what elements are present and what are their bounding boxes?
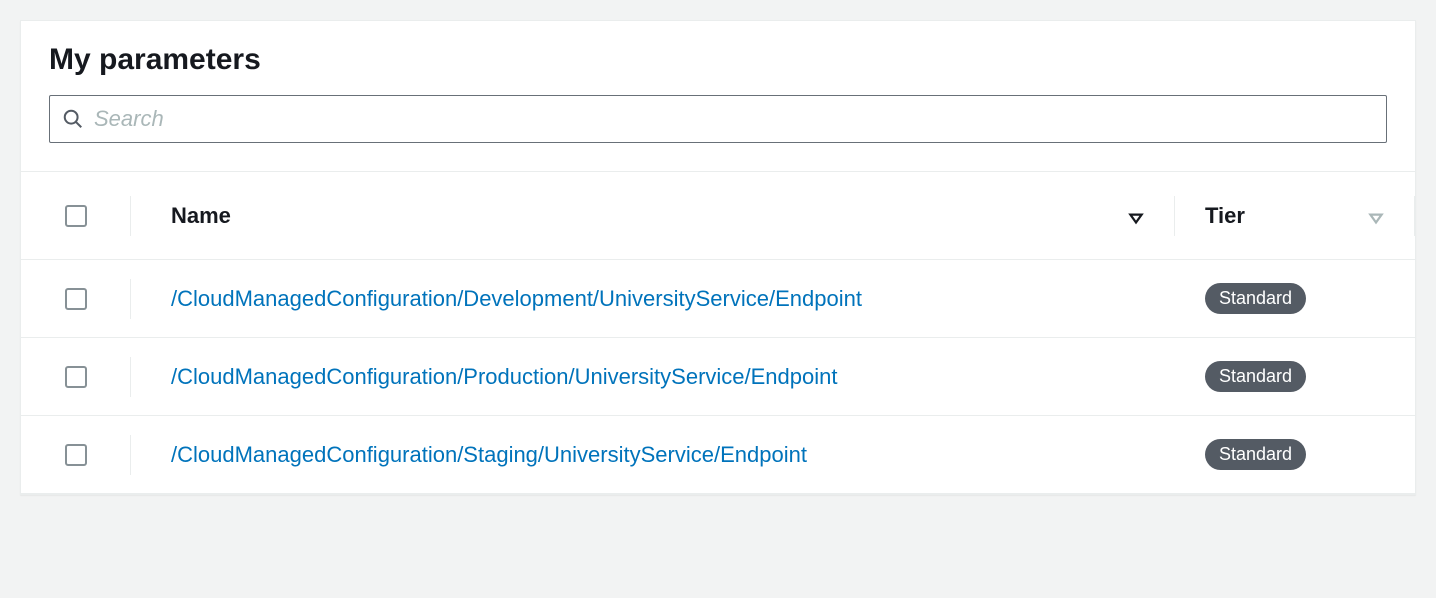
column-header-name[interactable]: Name <box>131 203 1175 229</box>
sort-icon <box>1367 207 1385 225</box>
row-checkbox-cell <box>21 366 131 388</box>
row-tier-cell: Standard <box>1175 283 1415 314</box>
select-all-checkbox[interactable] <box>65 205 87 227</box>
row-checkbox[interactable] <box>65 366 87 388</box>
select-all-cell <box>21 205 131 227</box>
table-header-row: Name Tier <box>21 172 1415 260</box>
table-row: /CloudManagedConfiguration/Development/U… <box>21 260 1415 338</box>
column-label-tier: Tier <box>1205 203 1245 229</box>
column-header-tier[interactable]: Tier <box>1175 203 1415 229</box>
parameters-panel: My parameters Name <box>20 20 1416 495</box>
parameter-link[interactable]: /CloudManagedConfiguration/Development/U… <box>171 286 862 312</box>
table-row: /CloudManagedConfiguration/Staging/Unive… <box>21 416 1415 494</box>
search-box[interactable] <box>49 95 1387 143</box>
tier-badge: Standard <box>1205 439 1306 470</box>
panel-header: My parameters <box>21 21 1415 95</box>
page-title: My parameters <box>49 43 1387 77</box>
row-checkbox[interactable] <box>65 444 87 466</box>
tier-badge: Standard <box>1205 283 1306 314</box>
search-icon <box>62 108 84 130</box>
row-checkbox-cell <box>21 288 131 310</box>
parameter-link[interactable]: /CloudManagedConfiguration/Production/Un… <box>171 364 838 390</box>
row-checkbox[interactable] <box>65 288 87 310</box>
search-input[interactable] <box>94 106 1374 132</box>
parameter-link[interactable]: /CloudManagedConfiguration/Staging/Unive… <box>171 442 807 468</box>
row-tier-cell: Standard <box>1175 361 1415 392</box>
parameters-table: Name Tier /Cloud <box>21 171 1415 494</box>
row-name-cell: /CloudManagedConfiguration/Development/U… <box>131 286 1175 312</box>
tier-badge: Standard <box>1205 361 1306 392</box>
table-row: /CloudManagedConfiguration/Production/Un… <box>21 338 1415 416</box>
search-container <box>21 95 1415 171</box>
row-tier-cell: Standard <box>1175 439 1415 470</box>
row-name-cell: /CloudManagedConfiguration/Staging/Unive… <box>131 442 1175 468</box>
column-label-name: Name <box>171 203 231 229</box>
row-checkbox-cell <box>21 444 131 466</box>
sort-desc-icon <box>1127 207 1145 225</box>
row-name-cell: /CloudManagedConfiguration/Production/Un… <box>131 364 1175 390</box>
